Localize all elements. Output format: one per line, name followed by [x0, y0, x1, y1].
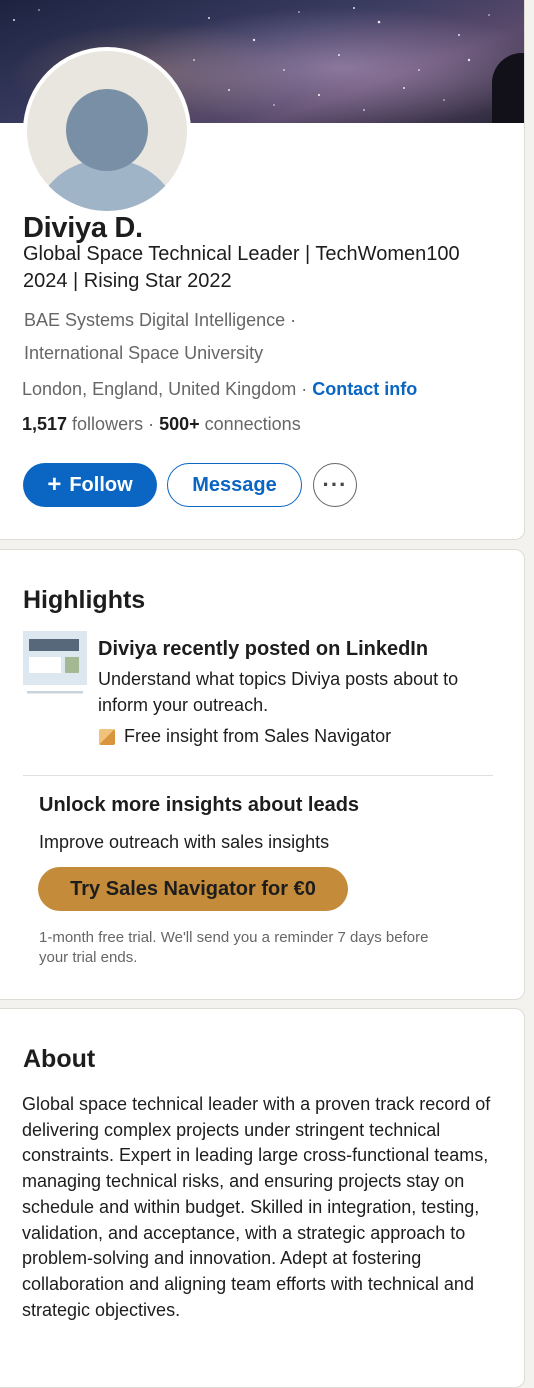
profile-headline: Global Space Technical Leader | TechWome… [23, 243, 460, 292]
profile-location-line: London, England, United Kingdom · Contac… [22, 379, 417, 400]
separator-dot: · [143, 414, 160, 434]
followers-count[interactable]: 1,517 [22, 414, 67, 434]
try-sales-navigator-button[interactable]: Try Sales Navigator for €0 [38, 867, 348, 911]
plus-icon: + [47, 471, 62, 498]
more-options-button[interactable]: ··· [313, 463, 357, 507]
default-avatar-silhouette-icon [27, 51, 187, 211]
highlights-title: Highlights [23, 586, 146, 614]
insight-badge-label: Free insight from Sales Navigator [124, 726, 392, 746]
follow-label: Follow [69, 473, 133, 496]
separator-dot: · [296, 379, 313, 399]
followers-label[interactable]: followers [67, 414, 143, 434]
current-company[interactable]: BAE Systems Digital Intelligence · [24, 310, 296, 331]
education-school[interactable]: International Space University [24, 343, 263, 364]
separator-dot: · [285, 310, 297, 330]
message-button[interactable]: Message [167, 463, 302, 507]
trial-note: 1-month free trial. We'll send you a rem… [39, 929, 429, 966]
unlock-insights-subtitle: Improve outreach with sales insights [39, 832, 330, 852]
network-counts: 1,517 followers · 500+ connections [22, 414, 301, 435]
ellipsis-icon: ··· [322, 472, 348, 497]
sales-navigator-icon [99, 728, 115, 745]
connections-label[interactable]: connections [200, 414, 301, 434]
unlock-insights-title: Unlock more insights about leads [39, 794, 360, 816]
company-name[interactable]: BAE Systems Digital Intelligence [24, 310, 285, 330]
connections-count[interactable]: 500+ [159, 414, 200, 434]
profile-location: London, England, United Kingdom [22, 379, 297, 399]
highlight-item-description: Understand what topics Diviya posts abou… [98, 669, 459, 715]
sales-navigator-insight-badge: Free insight from Sales Navigator [99, 726, 391, 747]
profile-avatar[interactable] [23, 47, 191, 215]
highlight-item-title: Diviya recently posted on LinkedIn [98, 638, 429, 660]
follow-button[interactable]: + Follow [23, 463, 157, 507]
about-title: About [23, 1045, 96, 1073]
post-activity-icon [23, 631, 87, 694]
about-card: About Global space technical leader with… [0, 1008, 525, 1388]
profile-top-card: Diviya D. Global Space Technical Leader … [0, 0, 525, 540]
contact-info-link[interactable]: Contact info [312, 379, 417, 399]
about-text: Global space technical leader with a pro… [22, 1094, 491, 1320]
section-divider [23, 775, 493, 776]
highlights-card: Highlights Diviya recently posted on Lin… [0, 549, 525, 1000]
